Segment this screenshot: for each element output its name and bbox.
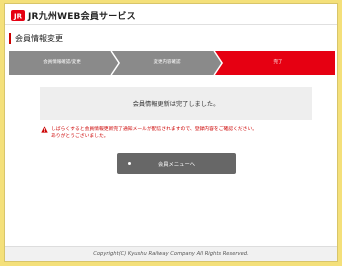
completion-message: 会員情報更新は完了しました。	[132, 101, 220, 108]
notice-text: しばらくすると会員情報更新完了通知メールが配信されますので、登録内容をご確認くだ…	[51, 126, 257, 140]
bullet-icon	[128, 162, 131, 165]
member-menu-button[interactable]: 会員メニューへ	[117, 153, 236, 174]
header-divider	[5, 24, 337, 25]
notice-line-2: ありがとうございました。	[51, 134, 109, 139]
jr-logo-icon: JR	[11, 9, 25, 21]
page-title-bar: 会員情報変更	[9, 31, 63, 45]
site-header: JR JR九州WEB会員サービス	[11, 8, 136, 22]
warning-icon	[41, 126, 48, 133]
step-label-1: 会員情報確認/変更	[43, 60, 81, 65]
member-menu-label: 会員メニューへ	[157, 161, 196, 168]
jr-logo[interactable]: JR	[11, 9, 25, 21]
notice-line-1: しばらくすると会員情報更新完了通知メールが配信されますので、登録内容をご確認くだ…	[51, 127, 258, 132]
step-label-3: 完了	[273, 60, 283, 65]
title-accent-bar	[9, 32, 11, 44]
copyright-text: Copyright(C) Kyushu Railway Company All …	[93, 251, 249, 257]
notice: しばらくすると会員情報更新完了通知メールが配信されますので、登録内容をご確認くだ…	[41, 126, 311, 140]
page-frame: JR JR九州WEB会員サービス 会員情報変更 会員情報確認/変更 変更内容確認…	[4, 3, 338, 262]
footer: Copyright(C) Kyushu Railway Company All …	[5, 246, 337, 261]
progress-steps: 会員情報確認/変更 変更内容確認 完了	[9, 51, 335, 75]
page-title: 会員情報変更	[15, 33, 63, 43]
completion-message-box: 会員情報更新は完了しました。	[40, 87, 312, 120]
brand-name: JR九州WEB会員サービス	[28, 11, 136, 22]
step-label-2: 変更内容確認	[153, 60, 181, 65]
svg-text:JR: JR	[13, 12, 23, 20]
